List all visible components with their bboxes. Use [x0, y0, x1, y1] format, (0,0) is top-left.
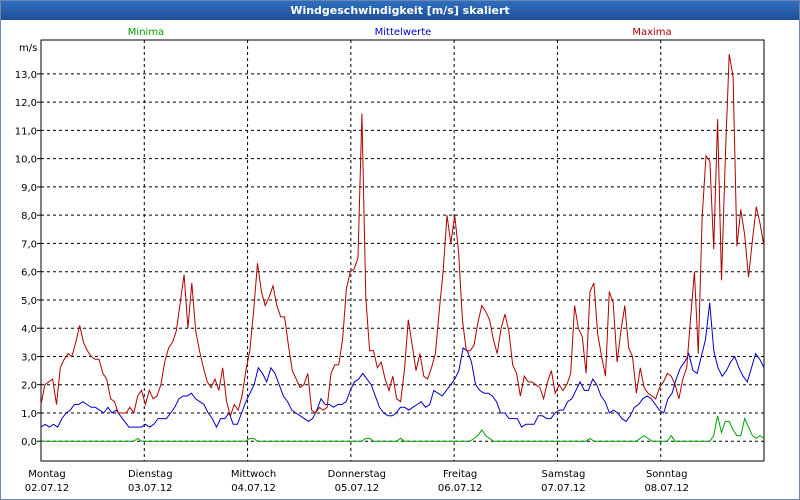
legend-mittelwerte: Mittelwerte — [375, 27, 432, 38]
y-tick-label: 2,0 — [21, 381, 37, 392]
y-axis-ticks: 0,0 1,0 2,0 3,0 4,0 5,0 6,0 7,0 8,0 9,0 10,0 11,0 12… — [15, 70, 41, 448]
day-name-label: Montag — [28, 469, 65, 480]
day-date-label: 04.07.12 — [231, 483, 276, 494]
x-axis-labels: Montag 02.07.12 Dienstag 03.07.12 Mittwoch 04… — [25, 469, 689, 494]
day-name-label: Mittwoch — [231, 469, 276, 480]
day-date-label: 02.07.12 — [25, 483, 70, 494]
y-tick-label: 1,0 — [21, 409, 37, 420]
y-tick-label: 11,0 — [15, 126, 37, 137]
legend-minima: Minima — [128, 27, 164, 38]
y-tick-label: 4,0 — [21, 324, 37, 335]
day-name-label: Sonntag — [646, 469, 688, 480]
chart-svg: 0,0 1,0 2,0 3,0 4,0 5,0 6,0 7,0 8,0 9,0 10,0 11,0 12… — [15, 27, 765, 494]
y-tick-label: 9,0 — [21, 183, 37, 194]
day-date-label: 08.07.12 — [644, 483, 689, 494]
y-tick-label: 6,0 — [21, 268, 37, 279]
day-date-label: 07.07.12 — [541, 483, 586, 494]
y-tick-label: 0,0 — [21, 437, 37, 448]
y-tick-label: 13,0 — [15, 70, 37, 81]
day-name-label: Dienstag — [128, 469, 173, 480]
y-tick-label: 10,0 — [15, 155, 37, 166]
y-tick-label: 3,0 — [21, 352, 37, 363]
day-date-label: 05.07.12 — [335, 483, 380, 494]
day-name-label: Samstag — [542, 469, 586, 480]
y-tick-label: 5,0 — [21, 296, 37, 307]
day-date-label: 06.07.12 — [438, 483, 483, 494]
chart-window: Windgeschwindigkeit [m/s] skaliert 0,0 1,… — [0, 0, 800, 500]
y-tick-label: 12,0 — [15, 98, 37, 109]
legend: Minima Mittelwerte Maxima — [128, 27, 672, 38]
legend-maxima: Maxima — [632, 27, 671, 38]
day-name-label: Freitag — [443, 469, 477, 480]
day-name-label: Donnerstag — [328, 469, 386, 480]
y-tick-label: 8,0 — [21, 211, 37, 222]
day-date-label: 03.07.12 — [128, 483, 173, 494]
y-axis-label: m/s — [19, 43, 37, 54]
chart-title: Windgeschwindigkeit [m/s] skaliert — [1, 1, 799, 20]
y-tick-label: 7,0 — [21, 239, 37, 250]
